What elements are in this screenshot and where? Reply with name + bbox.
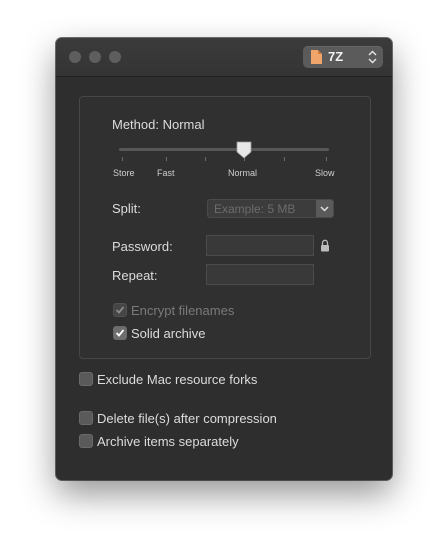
encrypt-filenames-checkbox[interactable] <box>113 303 127 317</box>
repeat-label: Repeat: <box>112 268 158 283</box>
archive-settings-group <box>79 96 371 359</box>
format-popup-value: 7Z <box>328 49 344 64</box>
encrypt-filenames-label: Encrypt filenames <box>131 303 235 318</box>
exclude-resource-forks-checkbox[interactable] <box>79 372 93 386</box>
chevron-updown-icon <box>368 50 377 64</box>
solid-archive-checkbox[interactable] <box>113 326 127 340</box>
split-size-placeholder: Example: 5 MB <box>214 202 296 216</box>
repeat-password-field[interactable] <box>206 264 314 285</box>
minimize-window-button[interactable] <box>89 51 101 63</box>
split-label: Split: <box>112 201 141 216</box>
chevron-down-icon <box>320 206 329 212</box>
password-field[interactable] <box>206 235 314 256</box>
archive-separately-label: Archive items separately <box>97 434 239 449</box>
slider-tick <box>205 157 206 161</box>
exclude-resource-forks-label: Exclude Mac resource forks <box>97 372 258 387</box>
compression-window: 7Z Method: Normal Store Fast Normal Slow… <box>56 38 392 480</box>
solid-archive-label: Solid archive <box>131 326 206 341</box>
slider-tick <box>122 157 123 161</box>
tick-label-fast: Fast <box>157 168 175 178</box>
compression-level-slider[interactable] <box>119 148 329 151</box>
split-size-popup[interactable]: Example: 5 MB <box>207 199 334 218</box>
archive-separately-checkbox[interactable] <box>79 434 93 448</box>
slider-tick <box>326 157 327 161</box>
checkmark-icon <box>115 329 125 337</box>
split-popup-arrow <box>316 200 333 217</box>
tick-label-slow: Slow <box>315 168 335 178</box>
zoom-window-button[interactable] <box>109 51 121 63</box>
slider-tick <box>166 157 167 161</box>
format-popup[interactable]: 7Z <box>303 46 383 68</box>
password-input[interactable] <box>207 236 313 255</box>
tick-label-store: Store <box>113 168 135 178</box>
document-icon <box>311 50 322 64</box>
delete-after-compression-label: Delete file(s) after compression <box>97 411 277 426</box>
titlebar: 7Z <box>56 38 392 77</box>
slider-knob[interactable] <box>236 141 252 159</box>
tick-label-normal: Normal <box>228 168 258 178</box>
lock-icon <box>321 239 329 252</box>
method-label: Method: Normal <box>112 117 205 132</box>
checkmark-icon <box>115 306 125 314</box>
slider-tick <box>284 157 285 161</box>
delete-after-compression-checkbox[interactable] <box>79 411 93 425</box>
close-window-button[interactable] <box>69 51 81 63</box>
repeat-password-input[interactable] <box>207 265 313 284</box>
password-label: Password: <box>112 239 173 254</box>
